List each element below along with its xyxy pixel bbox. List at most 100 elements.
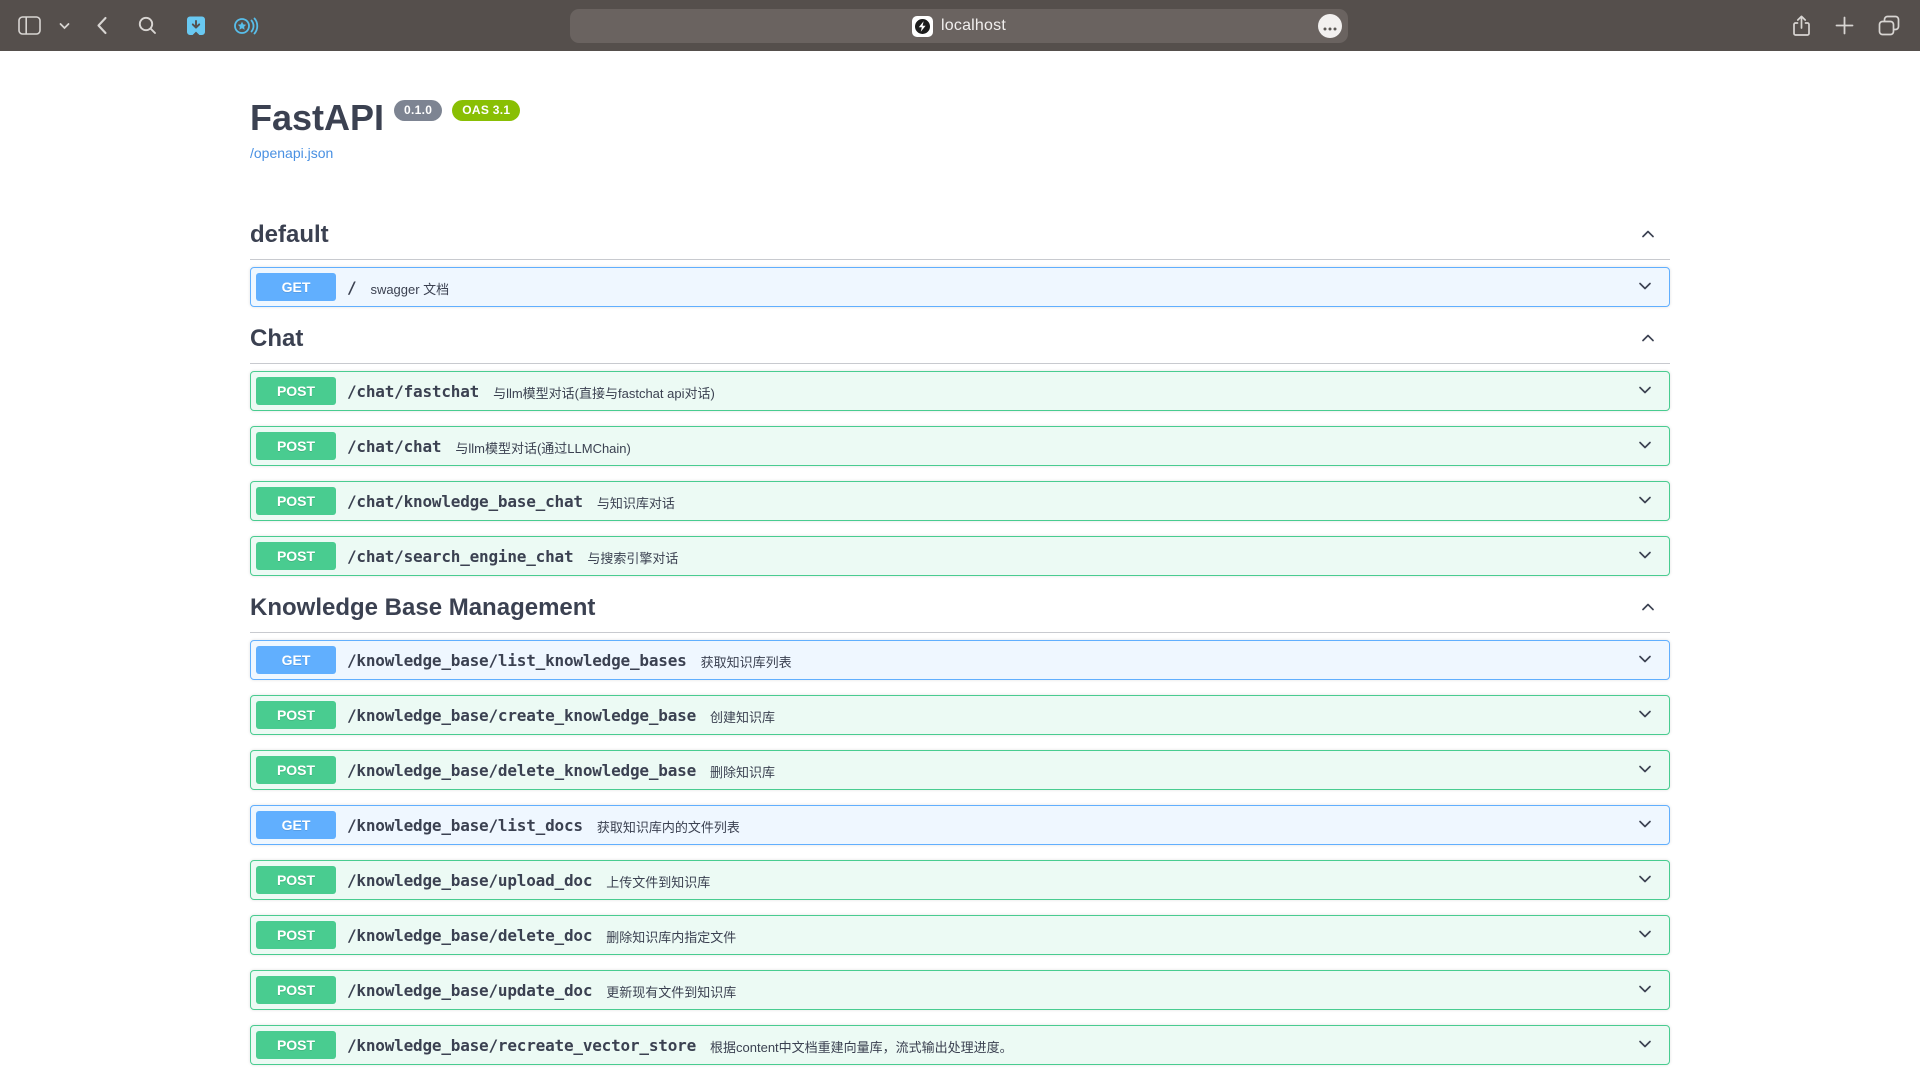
method-badge[interactable]: POST: [256, 866, 336, 894]
chevron-down-icon: [1635, 704, 1655, 727]
operation-description: 获取知识库内的文件列表: [597, 817, 740, 836]
expand-operation-button[interactable]: [1635, 869, 1655, 892]
chevron-up-icon: [1638, 328, 1658, 351]
operation-path: /: [347, 278, 356, 297]
operation-path: /knowledge_base/list_knowledge_bases: [347, 651, 687, 670]
method-badge[interactable]: GET: [256, 273, 336, 301]
operation-path: /knowledge_base/update_doc: [347, 981, 592, 1000]
sidebar-toggle-button[interactable]: [16, 14, 43, 37]
operation-row-chat-search-engine-chat[interactable]: POST/chat/search_engine_chat与搜索引擎对话: [250, 536, 1670, 576]
operation-row-chat-fastchat[interactable]: POST/chat/fastchat 与llm模型对话(直接与fastchat a…: [250, 371, 1670, 411]
operation-row-knowledge-base-upload-doc[interactable]: POST/knowledge_base/upload_doc 上传文件到知识库: [250, 860, 1670, 900]
chevron-down-icon: [59, 22, 70, 30]
method-badge[interactable]: POST: [256, 377, 336, 405]
plus-icon: [1835, 16, 1854, 35]
method-badge[interactable]: POST: [256, 921, 336, 949]
method-badge[interactable]: POST: [256, 542, 336, 570]
extension-button-2[interactable]: [231, 13, 261, 39]
operation-description: 上传文件到知识库: [606, 872, 710, 891]
method-badge[interactable]: POST: [256, 976, 336, 1004]
expand-operation-button[interactable]: [1635, 759, 1655, 782]
operation-description: 删除知识库: [710, 762, 775, 781]
operation-path: /knowledge_base/upload_doc: [347, 871, 592, 890]
expand-operation-button[interactable]: [1635, 649, 1655, 672]
operation-path: /chat/knowledge_base_chat: [347, 492, 583, 511]
method-badge[interactable]: GET: [256, 811, 336, 839]
api-section-chat: Chat POST/chat/fastchat 与llm模型对话(直接与fastch…: [250, 325, 1670, 576]
share-icon: [1792, 15, 1811, 37]
operation-row-root[interactable]: GET / swagger 文档: [250, 267, 1670, 307]
expand-operation-button[interactable]: [1635, 1034, 1655, 1057]
operation-description: 与知识库对话: [597, 493, 675, 512]
operation-description: 与搜索引擎对话: [587, 548, 678, 567]
openapi-spec-link[interactable]: /openapi.json: [250, 145, 333, 161]
expand-operation-button[interactable]: [1635, 979, 1655, 1002]
method-badge[interactable]: POST: [256, 1031, 336, 1059]
tab-overview-icon: [1878, 15, 1900, 36]
new-tab-button[interactable]: [1833, 14, 1856, 37]
address-bar[interactable]: localhost: [570, 9, 1348, 43]
section-header-chat[interactable]: Chat: [250, 325, 1670, 364]
browser-toolbar: localhost: [0, 0, 1920, 51]
method-badge[interactable]: POST: [256, 432, 336, 460]
page-settings-button[interactable]: [1318, 14, 1342, 38]
expand-operation-button[interactable]: [1635, 435, 1655, 458]
extension-star-waves-icon: [233, 15, 259, 37]
operation-description: 与llm模型对话(直接与fastchat api对话): [493, 383, 715, 402]
operation-path: /chat/fastchat: [347, 382, 479, 401]
operation-path: /knowledge_base/recreate_vector_store: [347, 1036, 696, 1055]
section-title: Knowledge Base Management: [250, 594, 595, 622]
back-button[interactable]: [94, 14, 110, 37]
operation-row-knowledge-base-recreate-vector-store[interactable]: POST/knowledge_base/recreate_vector_stor…: [250, 1025, 1670, 1065]
expand-operation-button[interactable]: [1635, 276, 1655, 299]
api-section-default: default GET / swagger 文档: [250, 221, 1670, 307]
operation-description: swagger 文档: [370, 279, 449, 298]
operation-description: 更新现有文件到知识库: [606, 982, 736, 1001]
operation-row-knowledge-base-delete-knowledge-base[interactable]: POST/knowledge_base/delete_knowledge_bas…: [250, 750, 1670, 790]
swagger-page: FastAPI 0.1.0 OAS 3.1 /openapi.json defa…: [250, 51, 1670, 1065]
collapse-section-button[interactable]: [1638, 328, 1658, 351]
expand-operation-button[interactable]: [1635, 380, 1655, 403]
share-button[interactable]: [1790, 13, 1813, 39]
collapse-section-button[interactable]: [1638, 597, 1658, 620]
sidebar-toggle-icon: [18, 16, 41, 35]
operation-path: /chat/chat: [347, 437, 441, 456]
api-title: FastAPI: [250, 97, 384, 138]
section-header-default[interactable]: default: [250, 221, 1670, 260]
method-badge[interactable]: GET: [256, 646, 336, 674]
operation-row-knowledge-base-list-knowledge-bases[interactable]: GET/knowledge_base/list_knowledge_bases 获…: [250, 640, 1670, 680]
operation-row-knowledge-base-create-knowledge-base[interactable]: POST/knowledge_base/create_knowledge_bas…: [250, 695, 1670, 735]
operation-row-chat-knowledge-base-chat[interactable]: POST/chat/knowledge_base_chat 与知识库对话: [250, 481, 1670, 521]
operation-row-knowledge-base-list-docs[interactable]: GET/knowledge_base/list_docs获取知识库内的文件列表: [250, 805, 1670, 845]
chevron-down-icon: [1635, 979, 1655, 1002]
page-title: FastAPI 0.1.0 OAS 3.1: [250, 97, 1670, 138]
operation-path: /knowledge_base/delete_doc: [347, 926, 592, 945]
expand-operation-button[interactable]: [1635, 814, 1655, 837]
operation-row-chat-chat[interactable]: POST/chat/chat与llm模型对话(通过LLMChain): [250, 426, 1670, 466]
expand-operation-button[interactable]: [1635, 490, 1655, 513]
chevron-up-icon: [1638, 224, 1658, 247]
method-badge[interactable]: POST: [256, 756, 336, 784]
chevron-up-icon: [1638, 597, 1658, 620]
method-badge[interactable]: POST: [256, 487, 336, 515]
expand-operation-button[interactable]: [1635, 545, 1655, 568]
chevron-down-icon: [1635, 1034, 1655, 1057]
back-icon: [96, 16, 108, 35]
extension-button-1[interactable]: [183, 13, 209, 39]
collapse-section-button[interactable]: [1638, 224, 1658, 247]
operation-row-knowledge-base-update-doc[interactable]: POST/knowledge_base/update_doc 更新现有文件到知识库: [250, 970, 1670, 1010]
tab-overview-button[interactable]: [1876, 13, 1902, 38]
oas-badge: OAS 3.1: [452, 100, 520, 121]
chevron-down-icon: [1635, 814, 1655, 837]
search-button[interactable]: [136, 14, 159, 37]
operation-description: 获取知识库列表: [701, 652, 792, 671]
operation-row-knowledge-base-delete-doc[interactable]: POST/knowledge_base/delete_doc删除知识库内指定文件: [250, 915, 1670, 955]
sidebar-menu-button[interactable]: [57, 20, 72, 32]
expand-operation-button[interactable]: [1635, 924, 1655, 947]
chevron-down-icon: [1635, 490, 1655, 513]
search-icon: [138, 16, 157, 35]
method-badge[interactable]: POST: [256, 701, 336, 729]
expand-operation-button[interactable]: [1635, 704, 1655, 727]
section-header-knowledge-base-management[interactable]: Knowledge Base Management: [250, 594, 1670, 633]
version-badge: 0.1.0: [394, 100, 442, 121]
